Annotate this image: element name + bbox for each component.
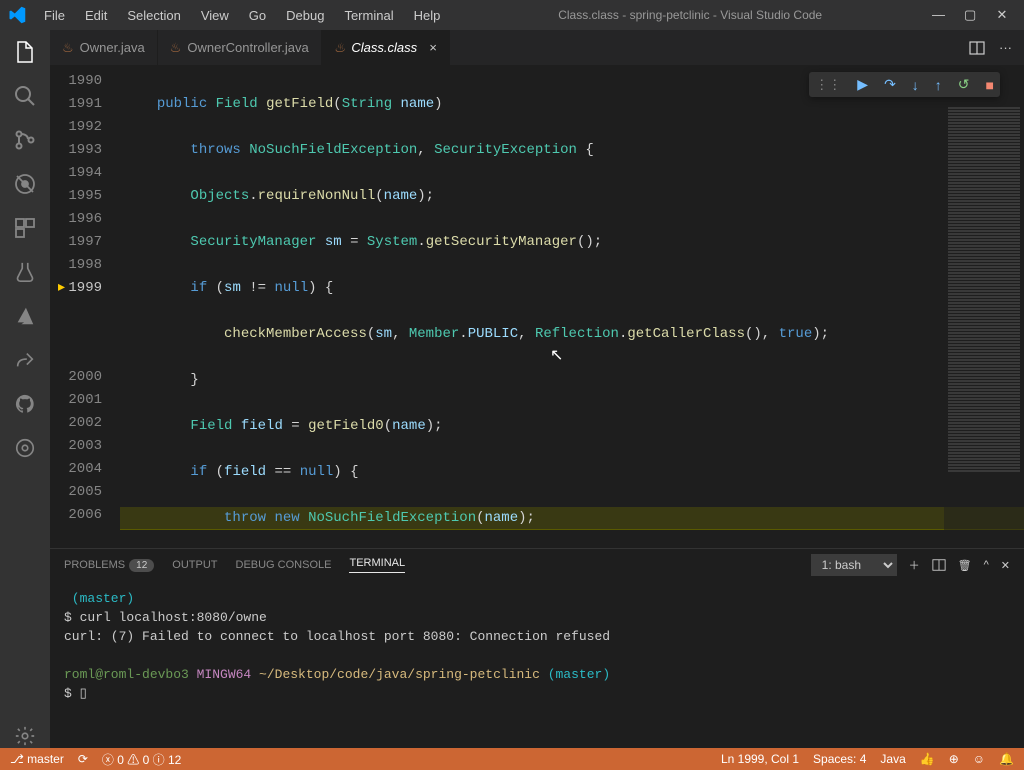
debug-icon[interactable] (13, 172, 37, 196)
menu-terminal[interactable]: Terminal (336, 4, 401, 27)
status-language[interactable]: Java (880, 752, 905, 766)
close-tab-icon[interactable]: × (429, 40, 437, 55)
minimap[interactable] (944, 100, 1024, 548)
settings-gear-icon[interactable] (13, 724, 37, 748)
explorer-icon[interactable] (13, 40, 37, 64)
liveshare-icon[interactable] (13, 348, 37, 372)
close-window-button[interactable]: ✕ (996, 7, 1008, 23)
status-thumbsup-icon[interactable]: 👍 (920, 752, 935, 766)
status-cursor[interactable]: Ln 1999, Col 1 (721, 752, 799, 766)
status-errors[interactable]: ⓧ 0 ⚠ 0 ⓘ 12 (102, 751, 181, 768)
source-control-icon[interactable] (13, 128, 37, 152)
menu-view[interactable]: View (193, 4, 237, 27)
activity-bar (0, 30, 50, 748)
minimize-button[interactable]: — (932, 7, 944, 23)
line-gutter: 1990 1991 1992 1993 1994 1995 1996 1997 … (50, 65, 120, 548)
new-terminal-icon[interactable]: ＋ (909, 557, 920, 573)
vscode-logo-icon (8, 6, 26, 24)
step-out-button[interactable]: ↑ (935, 77, 942, 93)
panel-tab-terminal[interactable]: TERMINAL (349, 557, 405, 573)
status-spaces[interactable]: Spaces: 4 (813, 752, 866, 766)
code-editor[interactable]: 1990 1991 1992 1993 1994 1995 1996 1997 … (50, 65, 1024, 548)
remote-icon[interactable] (13, 436, 37, 460)
more-actions-icon[interactable]: ··· (999, 40, 1012, 55)
split-terminal-icon[interactable] (932, 558, 946, 572)
status-bar: ⎇ master ⟳ ⓧ 0 ⚠ 0 ⓘ 12 Ln 1999, Col 1 S… (0, 748, 1024, 770)
titlebar: File Edit Selection View Go Debug Termin… (0, 0, 1024, 30)
debug-toolbar[interactable]: ⋮⋮ ▶ ↷ ↓ ↑ ↺ ■ (809, 72, 1000, 97)
continue-button[interactable]: ▶ (857, 76, 868, 93)
panel-tab-debugconsole[interactable]: DEBUG CONSOLE (236, 559, 332, 571)
stop-button[interactable]: ■ (986, 77, 994, 93)
panel-tab-problems[interactable]: PROBLEMS12 (64, 559, 154, 571)
mouse-cursor-icon: ↖ (550, 345, 563, 365)
menu-bar: File Edit Selection View Go Debug Termin… (36, 4, 448, 27)
step-over-button[interactable]: ↷ (884, 76, 896, 93)
terminal-selector[interactable]: 1: bash (811, 554, 897, 576)
drag-grip-icon[interactable]: ⋮⋮ (815, 77, 841, 93)
bottom-panel: PROBLEMS12 OUTPUT DEBUG CONSOLE TERMINAL… (50, 548, 1024, 748)
editor-tabs: ♨Owner.java ♨OwnerController.java ♨Class… (50, 30, 1024, 65)
test-icon[interactable] (13, 260, 37, 284)
tab-owner-java[interactable]: ♨Owner.java (50, 30, 158, 65)
status-smile-icon[interactable]: ☺ (973, 752, 985, 766)
menu-go[interactable]: Go (241, 4, 274, 27)
tab-ownercontroller-java[interactable]: ♨OwnerController.java (158, 30, 322, 65)
tab-class-class[interactable]: ♨Class.class× (322, 30, 450, 65)
step-into-button[interactable]: ↓ (912, 77, 919, 93)
maximize-button[interactable]: ▢ (964, 7, 976, 23)
extensions-icon[interactable] (13, 216, 37, 240)
maximize-panel-icon[interactable]: ^ (984, 559, 989, 571)
window-title: Class.class - spring-petclinic - Visual … (448, 8, 932, 22)
menu-help[interactable]: Help (406, 4, 449, 27)
restart-button[interactable]: ↺ (958, 76, 970, 93)
status-bell-icon[interactable]: 🔔 (999, 752, 1014, 766)
menu-edit[interactable]: Edit (77, 4, 115, 27)
status-sync[interactable]: ⟳ (78, 752, 88, 766)
terminal-content[interactable]: (master) $ curl localhost:8080/owne curl… (50, 581, 1024, 748)
menu-debug[interactable]: Debug (278, 4, 332, 27)
azure-icon[interactable] (13, 304, 37, 328)
split-editor-icon[interactable] (969, 40, 985, 56)
close-panel-icon[interactable]: ✕ (1001, 559, 1010, 572)
github-icon[interactable] (13, 392, 37, 416)
menu-selection[interactable]: Selection (119, 4, 188, 27)
status-branch[interactable]: ⎇ master (10, 752, 64, 766)
code-content[interactable]: public Field getField(String name) throw… (120, 65, 1024, 548)
menu-file[interactable]: File (36, 4, 73, 27)
panel-tab-output[interactable]: OUTPUT (172, 559, 217, 571)
status-feedback-icon[interactable]: ⊕ (949, 752, 959, 766)
search-icon[interactable] (13, 84, 37, 108)
kill-terminal-icon[interactable]: 🗑 (958, 559, 972, 572)
